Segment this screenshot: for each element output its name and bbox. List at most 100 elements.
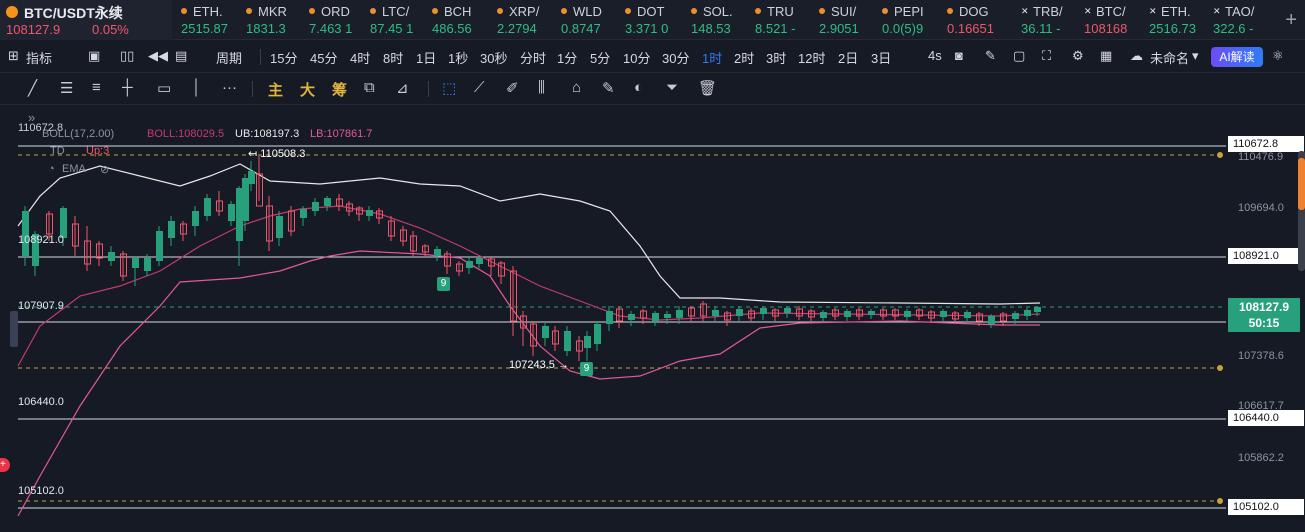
- active-symbol-tab[interactable]: BTC/USDT永续 108127.9 0.05%: [0, 0, 172, 40]
- ticker-item[interactable]: MKR 1831.3: [246, 3, 303, 39]
- interval-button[interactable]: 3时: [766, 48, 786, 67]
- measure-icon[interactable]: ⊿: [396, 79, 409, 97]
- last-price-tag: 108127.9 50:15: [1228, 298, 1300, 332]
- interval-button[interactable]: 30分: [662, 48, 689, 67]
- candle-body: [108, 252, 115, 261]
- scrollbar-thumb[interactable]: [1298, 158, 1305, 210]
- dashed-line-dot: [1217, 498, 1223, 504]
- chips-button[interactable]: 筹: [332, 79, 347, 100]
- parallel-lines-icon[interactable]: ☰: [60, 79, 73, 97]
- interval-button[interactable]: 2时: [734, 48, 754, 67]
- price-chart[interactable]: 110672.8 BOLL(17,2.00) BOLL:108029.5 UB:…: [0, 106, 1305, 532]
- interval-button[interactable]: 1秒: [448, 48, 468, 67]
- ruler-icon[interactable]: ⟋: [474, 79, 485, 96]
- candle-body: [904, 311, 911, 317]
- level-label-4: 105102.0: [18, 485, 64, 497]
- split-view-icon[interactable]: ▯▯: [120, 48, 134, 64]
- indicators-button[interactable]: 指标: [26, 48, 52, 67]
- lock-icon[interactable]: ⌂: [572, 79, 581, 96]
- chevron-down-icon[interactable]: ▾: [1192, 48, 1199, 64]
- candle-body: [964, 312, 971, 318]
- indicator-icon[interactable]: ⊞: [8, 48, 19, 64]
- td-legend[interactable]: TD: [50, 145, 65, 157]
- interval-button[interactable]: 4时: [350, 48, 370, 67]
- candle-tool-icon[interactable]: ⫼: [538, 79, 545, 96]
- share-icon[interactable]: ⚛: [1272, 48, 1284, 64]
- interval-button[interactable]: 分时: [520, 48, 546, 67]
- collapse-legend-icon[interactable]: »: [28, 110, 35, 125]
- fib-icon[interactable]: ≡: [92, 79, 101, 96]
- rewind-icon[interactable]: ◀◀: [148, 48, 168, 64]
- ticker-item[interactable]: BTC/108168: [1084, 3, 1143, 39]
- interval-button[interactable]: 1时: [702, 48, 722, 67]
- ticker-item[interactable]: TRB/36.11 -: [1021, 3, 1078, 39]
- trendline-icon[interactable]: ╱: [28, 79, 37, 97]
- ticker-price: 2516.73: [1149, 21, 1196, 36]
- ticker-item[interactable]: DOT 3.371 0: [625, 3, 685, 39]
- select-icon[interactable]: ⬚: [442, 79, 456, 97]
- ai-analysis-button[interactable]: AI解读: [1211, 47, 1263, 67]
- boll-legend[interactable]: BOLL(17,2.00): [42, 128, 114, 140]
- ticker-item[interactable]: ETH.2516.73: [1149, 3, 1207, 39]
- left-drag-handle[interactable]: [10, 311, 18, 347]
- interval-button[interactable]: 1分: [557, 48, 577, 67]
- level-label-2: 107907.9: [18, 300, 64, 312]
- brush-icon[interactable]: ✐: [506, 79, 519, 97]
- interval-button[interactable]: 30秒: [480, 48, 507, 67]
- axis-box-3: 106440.0: [1228, 410, 1304, 426]
- interval-button[interactable]: 2日: [838, 48, 858, 67]
- interval-button[interactable]: 8时: [383, 48, 403, 67]
- interval-button[interactable]: 5分: [590, 48, 610, 67]
- more-tools-button[interactable]: ···: [222, 79, 237, 96]
- horizontal-line-icon[interactable]: ┼: [122, 79, 133, 96]
- ticker-item[interactable]: PEPI 0.0(5)9: [882, 3, 941, 39]
- interval-button[interactable]: 45分: [310, 48, 337, 67]
- ema-legend[interactable]: EMA: [62, 163, 86, 175]
- interval-button[interactable]: 3日: [871, 48, 891, 67]
- add-symbol-button[interactable]: +: [1285, 9, 1297, 32]
- candle-body: [652, 313, 659, 321]
- camera-icon[interactable]: ◙: [955, 48, 963, 63]
- gear-icon[interactable]: ⚙: [1072, 48, 1084, 64]
- chart-canvas[interactable]: [0, 106, 1305, 532]
- period-button[interactable]: 周期: [216, 48, 242, 67]
- ticker-item[interactable]: TAO/322.6 -: [1213, 3, 1263, 39]
- interval-button[interactable]: 15分: [270, 48, 297, 67]
- layout-icon[interactable]: ▤: [175, 48, 187, 64]
- window-icon[interactable]: ▢: [1013, 48, 1025, 64]
- calendar-icon[interactable]: ▣: [88, 48, 100, 64]
- main-chart-button[interactable]: 主: [268, 79, 283, 100]
- ticker-item[interactable]: XRP/2.2794: [497, 3, 555, 39]
- ticker-item[interactable]: SUI/2.9051: [819, 3, 876, 39]
- rectangle-icon[interactable]: ▭: [157, 79, 171, 97]
- note-icon[interactable]: ✎: [602, 79, 615, 97]
- cloud-icon[interactable]: ☁: [1130, 48, 1143, 64]
- big-order-button[interactable]: 大: [300, 79, 315, 100]
- ticker-item[interactable]: DOG 0.16651: [947, 3, 1015, 39]
- trash-icon[interactable]: 🗑: [698, 79, 717, 97]
- candle-body: [366, 210, 373, 216]
- magnet-icon[interactable]: ◐: [634, 79, 643, 96]
- divider: [252, 81, 253, 97]
- eye-off-icon[interactable]: ⊘: [100, 163, 109, 176]
- layout-name-select[interactable]: 未命名: [1150, 48, 1189, 67]
- pencil-icon[interactable]: ✎: [985, 48, 996, 64]
- candle-body: [844, 311, 851, 317]
- ticker-item[interactable]: ORD 7.463 1: [309, 3, 364, 39]
- template-icon[interactable]: ▦: [1100, 48, 1112, 64]
- ticker-symbol: ORD: [309, 3, 364, 20]
- vertical-line-icon[interactable]: │: [192, 79, 201, 96]
- filter-icon[interactable]: ⏷: [666, 79, 678, 96]
- ticker-item[interactable]: LTC/87.45 1: [370, 3, 426, 39]
- compare-icon[interactable]: ⧉: [364, 79, 375, 96]
- bell-icon[interactable]: ◔: [48, 163, 55, 175]
- ticker-item[interactable]: SOL. 148.53: [691, 3, 749, 39]
- interval-button[interactable]: 12时: [798, 48, 825, 67]
- ticker-item[interactable]: BCH 486.56: [432, 3, 491, 39]
- ticker-item[interactable]: TRU 8.521 -: [755, 3, 813, 39]
- ticker-item[interactable]: ETH. 2515.87: [181, 3, 240, 39]
- fullscreen-icon[interactable]: ⛶: [1042, 48, 1051, 64]
- ticker-item[interactable]: WLD 0.8747: [561, 3, 619, 39]
- interval-button[interactable]: 10分: [623, 48, 650, 67]
- interval-button[interactable]: 1日: [416, 48, 436, 67]
